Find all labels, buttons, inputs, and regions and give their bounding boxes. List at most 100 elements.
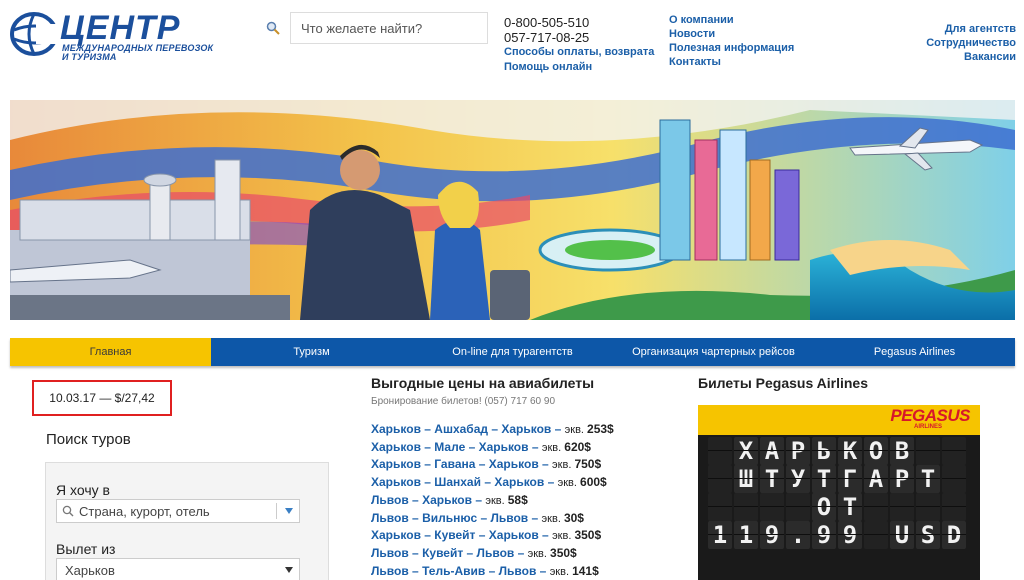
board-flap: 1 [708, 521, 732, 549]
nav-for-agencies[interactable]: Для агентств [926, 22, 1016, 36]
payment-methods-link[interactable]: Способы оплаты, возврата [504, 45, 654, 60]
deal-item[interactable]: Львов – Кувейт – Львов – экв. 350$ [371, 545, 614, 563]
deal-route[interactable]: Львов – Тель-Авив – Львов – [371, 564, 546, 578]
deal-price-prefix: экв. [557, 477, 581, 490]
deal-item[interactable]: Львов – Тель-Авив – Львов – экв. 141$ [371, 563, 614, 580]
board-flap: А [760, 437, 784, 465]
deal-route[interactable]: Харьков – Ашхабад – Харьков – [371, 422, 561, 436]
deal-price: 750$ [574, 457, 602, 472]
board-flap: У [786, 465, 810, 493]
nav-news[interactable]: Новости [669, 27, 794, 41]
deal-price-prefix: экв. [564, 424, 588, 436]
search-icon[interactable] [266, 21, 280, 35]
board-flap: Г [838, 465, 862, 493]
board-row: ОТ [708, 493, 966, 521]
deal-price-prefix: экв. [549, 565, 573, 578]
deal-route[interactable]: Львов – Вильнюс – Львов – [371, 511, 538, 525]
departure-label: Вылет из [56, 541, 116, 557]
deal-route[interactable]: Харьков – Шанхай – Харьков – [371, 475, 554, 489]
deal-price-prefix: экв. [552, 530, 575, 543]
destination-placeholder: Страна, курорт, отель [79, 503, 210, 519]
destination-select[interactable]: Страна, курорт, отель [56, 499, 300, 523]
pegasus-logo-sub: AIRLINES [913, 424, 942, 430]
menu-online-agencies[interactable]: On-line для турагентств [412, 338, 613, 366]
deal-price: 350$ [574, 528, 602, 543]
deal-item[interactable]: Львов – Харьков – экв. 58$ [371, 492, 614, 510]
board-flap: Т [812, 465, 836, 493]
header-nav-main: О компании Новости Полезная информация К… [669, 13, 794, 69]
board-flap: Т [838, 493, 862, 521]
deal-item[interactable]: Львов – Вильнюс – Львов – экв. 30$ [371, 510, 614, 528]
deal-price: 253$ [587, 422, 614, 436]
board-flap: D [942, 521, 966, 549]
board-flap [760, 493, 784, 521]
tour-search-title: Поиск туров [46, 431, 131, 448]
deal-price: 620$ [564, 439, 591, 454]
travel-illustration [10, 100, 1015, 320]
menu-charter-flights[interactable]: Организация чартерных рейсов [613, 338, 814, 366]
board-row: ШТУТГАРТ [708, 465, 966, 493]
exchange-rate: 10.03.17 — $/27,42 [32, 380, 172, 416]
deal-price: 600$ [580, 475, 607, 490]
menu-tourism[interactable]: Туризм [211, 338, 412, 366]
board-flap: 1 [734, 521, 758, 549]
departure-select[interactable]: Харьков [56, 558, 300, 580]
board-flap: Т [916, 465, 940, 493]
board-flap: Р [786, 437, 810, 465]
deal-route[interactable]: Харьков – Мале – Харьков – [371, 440, 539, 454]
search-input[interactable] [290, 12, 488, 44]
pegasus-header-strip: PEGASUS AIRLINES [698, 405, 980, 435]
board-flap [734, 493, 758, 521]
phone-secondary[interactable]: 057-717-08-25 [504, 30, 654, 45]
board-flap: О [812, 493, 836, 521]
search-icon [57, 500, 79, 522]
board-flap [786, 493, 810, 521]
deal-route[interactable]: Львов – Харьков – [371, 493, 482, 507]
board-flap: Ш [734, 465, 758, 493]
departure-value: Харьков [65, 562, 115, 578]
board-flap: Р [890, 465, 914, 493]
nav-contacts[interactable]: Контакты [669, 55, 794, 69]
deal-item[interactable]: Харьков – Ашхабад – Харьков – экв. 253$ [371, 421, 614, 439]
deal-item[interactable]: Харьков – Мале – Харьков – экв. 620$ [371, 439, 614, 457]
board-flap: Х [734, 437, 758, 465]
logo-title: ЦЕНТР [60, 9, 181, 47]
board-flap: В [890, 437, 914, 465]
deal-route[interactable]: Львов – Кувейт – Львов – [371, 546, 524, 560]
board-flap [708, 437, 732, 465]
pegasus-banner[interactable]: PEGASUS AIRLINES ХАРЬКОВШТУТГАРТОТ119.99… [698, 405, 980, 580]
nav-about[interactable]: О компании [669, 13, 794, 27]
deal-item[interactable]: Харьков – Шанхай – Харьков – экв. 600$ [371, 474, 614, 492]
logo-subtitle: МЕЖДУНАРОДНЫХ ПЕРЕВОЗОК И ТУРИЗМА [62, 44, 213, 62]
site-logo[interactable]: ЦЕНТР МЕЖДУНАРОДНЫХ ПЕРЕВОЗОК И ТУРИЗМА [10, 9, 240, 62]
deal-route[interactable]: Харьков – Гавана – Харьков – [371, 457, 549, 471]
deal-price: 30$ [563, 510, 584, 525]
deal-price-prefix: экв. [527, 547, 551, 560]
nav-cooperation[interactable]: Сотрудничество [926, 36, 1016, 50]
board-flap [890, 493, 914, 521]
deal-price: 141$ [572, 563, 599, 578]
select-divider [276, 503, 277, 519]
menu-pegasus[interactable]: Pegasus Airlines [814, 338, 1015, 366]
deal-item[interactable]: Харьков – Гавана – Харьков – экв. 750$ [371, 456, 614, 474]
deal-route[interactable]: Харьков – Кувейт – Харьков – [371, 528, 549, 542]
board-flap [942, 437, 966, 465]
board-flap: S [916, 521, 940, 549]
online-help-link[interactable]: Помощь онлайн [504, 60, 654, 75]
deals-subtitle: Бронирование билетов! (057) 717 60 90 [371, 396, 556, 407]
board-flap [708, 493, 732, 521]
board-flap [942, 465, 966, 493]
nav-vacancies[interactable]: Вакансии [926, 50, 1016, 64]
menu-home[interactable]: Главная [10, 338, 211, 366]
chevron-down-icon[interactable] [285, 567, 293, 573]
board-flap: 9 [812, 521, 836, 549]
board-flap: 9 [838, 521, 862, 549]
deal-item[interactable]: Харьков – Кувейт – Харьков – экв. 350$ [371, 527, 614, 545]
board-flap: А [864, 465, 888, 493]
main-menu: Главная Туризм On-line для турагентств О… [10, 338, 1015, 366]
board-flap: U [890, 521, 914, 549]
nav-useful-info[interactable]: Полезная информация [669, 41, 794, 55]
board-flap: Ь [812, 437, 836, 465]
chevron-down-icon[interactable] [285, 508, 293, 514]
phone-primary[interactable]: 0-800-505-510 [504, 15, 654, 30]
